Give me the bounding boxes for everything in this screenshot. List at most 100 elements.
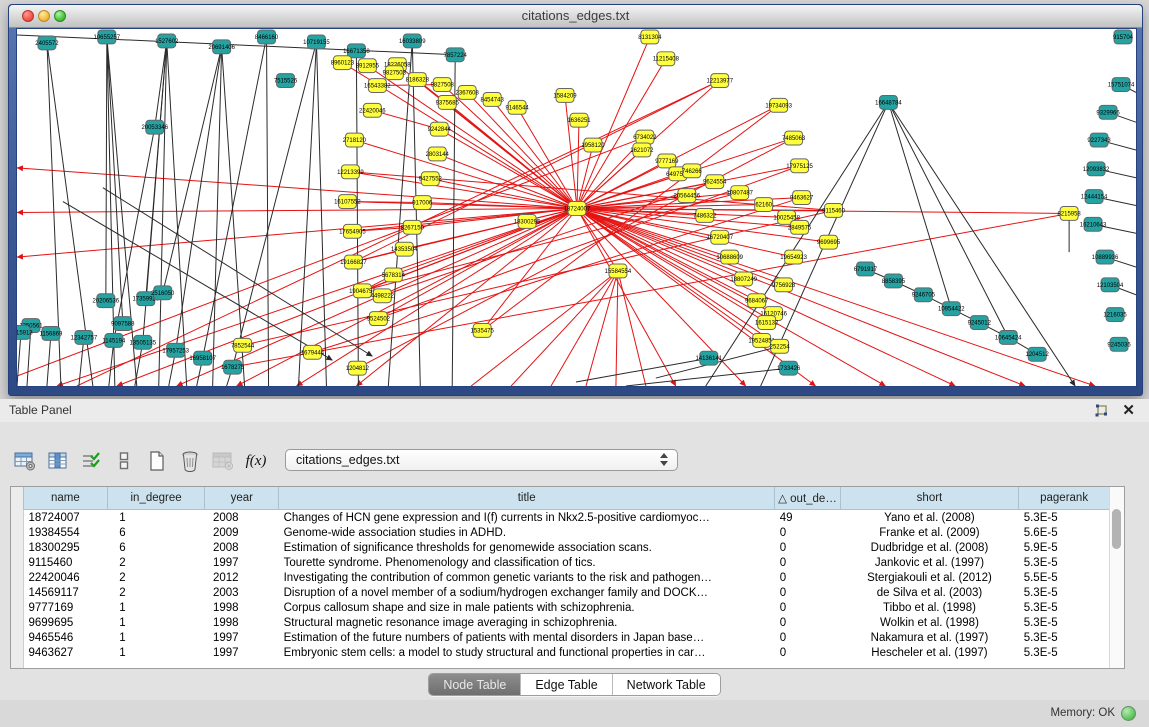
table-cell[interactable]: 5.9E-5 xyxy=(1019,540,1110,555)
table-cell[interactable]: 2012 xyxy=(205,570,279,585)
table-cell[interactable]: 9777169 xyxy=(24,600,108,615)
table-cell[interactable]: 49 xyxy=(775,510,841,526)
table-cell[interactable]: 22420046 xyxy=(24,570,108,585)
table-cell[interactable]: 19384554 xyxy=(24,525,108,540)
table-cell[interactable]: 5.3E-5 xyxy=(1019,510,1110,526)
table-cell[interactable]: 14569117 xyxy=(24,585,108,600)
table-cell[interactable]: 1 xyxy=(107,645,205,660)
table-cell[interactable]: Corpus callosum shape and size in male p… xyxy=(279,600,775,615)
table-cell[interactable]: 2009 xyxy=(205,525,279,540)
scrollbar-thumb[interactable] xyxy=(1112,509,1121,549)
table-row[interactable]: 969969511998Structural magnetic resonanc… xyxy=(24,615,1110,630)
table-cell[interactable]: 1 xyxy=(107,630,205,645)
function-builder-icon[interactable]: f(x) xyxy=(245,450,267,472)
column-header[interactable]: pagerank xyxy=(1019,487,1110,510)
table-cell[interactable]: Genome-wide association studies in ADHD. xyxy=(279,525,775,540)
table-mode-icon[interactable] xyxy=(14,450,36,472)
column-header[interactable]: in_degree xyxy=(107,487,205,510)
table-cell[interactable]: Dudbridge et al. (2008) xyxy=(840,540,1018,555)
table-row[interactable]: 946362711997Embryonic stem cells: a mode… xyxy=(24,645,1110,660)
table-cell[interactable]: 0 xyxy=(775,585,841,600)
table-cell[interactable]: 5.5E-5 xyxy=(1019,570,1110,585)
table-cell[interactable]: 9463627 xyxy=(24,645,108,660)
table-cell[interactable]: Structural magnetic resonance image aver… xyxy=(279,615,775,630)
table-cell[interactable]: Nakamura et al. (1997) xyxy=(840,630,1018,645)
network-window-titlebar[interactable]: citations_edges.txt xyxy=(9,5,1142,28)
table-cell[interactable]: 1 xyxy=(107,615,205,630)
table-cell[interactable]: Tibbo et al. (1998) xyxy=(840,600,1018,615)
table-cell[interactable]: 0 xyxy=(775,600,841,615)
table-cell[interactable]: Changes of HCN gene expression and I(f) … xyxy=(279,510,775,526)
table-selector-dropdown[interactable]: citations_edges.txt xyxy=(285,449,678,471)
tab-node-table[interactable]: Node Table xyxy=(429,674,521,695)
table-cell[interactable]: Tourette syndrome. Phenomenology and cla… xyxy=(279,555,775,570)
table-row[interactable]: 1872400712008Changes of HCN gene express… xyxy=(24,510,1110,526)
table-cell[interactable]: Yano et al. (2008) xyxy=(840,510,1018,526)
table-cell[interactable]: 2003 xyxy=(205,585,279,600)
table-cell[interactable]: 1 xyxy=(107,600,205,615)
table-cell[interactable]: Investigating the contribution of common… xyxy=(279,570,775,585)
network-canvas[interactable]: 2405572106552571527602206914068466160107… xyxy=(16,28,1137,387)
table-cell[interactable]: 0 xyxy=(775,555,841,570)
table-cell[interactable]: 0 xyxy=(775,615,841,630)
table-row[interactable]: 1456911722003Disruption of a novel membe… xyxy=(24,585,1110,600)
table-cell[interactable]: 1 xyxy=(107,510,205,526)
table-cell[interactable]: 5.3E-5 xyxy=(1019,600,1110,615)
table-cell[interactable]: Hescheler et al. (1997) xyxy=(840,645,1018,660)
table-cell[interactable]: 18724007 xyxy=(24,510,108,526)
table-cell[interactable]: Embryonic stem cells: a model to study s… xyxy=(279,645,775,660)
new-column-icon[interactable] xyxy=(146,450,168,472)
table-row[interactable]: 946554611997Estimation of the future num… xyxy=(24,630,1110,645)
table-cell[interactable]: 0 xyxy=(775,525,841,540)
table-cell[interactable]: 9699695 xyxy=(24,615,108,630)
column-header[interactable]: name xyxy=(24,487,108,510)
table-cell[interactable]: 1997 xyxy=(205,645,279,660)
close-panel-icon[interactable]: ✕ xyxy=(1122,401,1135,419)
table-cell[interactable]: 6 xyxy=(107,525,205,540)
table-cell[interactable]: 2008 xyxy=(205,540,279,555)
table-cell[interactable]: 2 xyxy=(107,555,205,570)
column-header[interactable]: △ out_de… xyxy=(775,487,841,510)
tab-edge-table[interactable]: Edge Table xyxy=(521,674,612,695)
show-columns-icon[interactable] xyxy=(47,450,69,472)
table-cell[interactable]: 5.3E-5 xyxy=(1019,615,1110,630)
table-cell[interactable]: 0 xyxy=(775,630,841,645)
table-cell[interactable]: 5.3E-5 xyxy=(1019,630,1110,645)
table-cell[interactable]: 18300295 xyxy=(24,540,108,555)
table-vertical-scrollbar[interactable] xyxy=(1109,487,1124,668)
select-rows-icon[interactable] xyxy=(80,450,102,472)
table-cell[interactable]: 2008 xyxy=(205,510,279,526)
table-cell[interactable]: de Silva et al. (2003) xyxy=(840,585,1018,600)
table-row[interactable]: 911546021997Tourette syndrome. Phenomeno… xyxy=(24,555,1110,570)
table-cell[interactable]: 1998 xyxy=(205,600,279,615)
table-cell[interactable]: Wolkin et al. (1998) xyxy=(840,615,1018,630)
table-cell[interactable]: 5.3E-5 xyxy=(1019,585,1110,600)
table-cell[interactable]: Jankovic et al. (1997) xyxy=(840,555,1018,570)
table-cell[interactable]: 0 xyxy=(775,645,841,660)
table-cell[interactable]: 0 xyxy=(775,540,841,555)
table-cell[interactable]: 0 xyxy=(775,570,841,585)
table-cell[interactable]: 1997 xyxy=(205,555,279,570)
table-cell[interactable]: 9115460 xyxy=(24,555,108,570)
table-cell[interactable]: 5.3E-5 xyxy=(1019,555,1110,570)
table-cell[interactable]: Disruption of a novel member of a sodium… xyxy=(279,585,775,600)
column-header[interactable]: year xyxy=(205,487,279,510)
table-cell[interactable]: 5.3E-5 xyxy=(1019,645,1110,660)
row-height-icon[interactable] xyxy=(113,450,135,472)
tab-network-table[interactable]: Network Table xyxy=(613,674,720,695)
table-cell[interactable]: 2 xyxy=(107,570,205,585)
table-cell[interactable]: 1998 xyxy=(205,615,279,630)
table-row[interactable]: 977716911998Corpus callosum shape and si… xyxy=(24,600,1110,615)
table-cell[interactable]: 5.6E-5 xyxy=(1019,525,1110,540)
table-cell[interactable]: 2 xyxy=(107,585,205,600)
table-cell[interactable]: Stergiakouli et al. (2012) xyxy=(840,570,1018,585)
table-header-row[interactable]: namein_degreeyeartitle△ out_de…shortpage… xyxy=(24,487,1110,510)
float-panel-icon[interactable] xyxy=(1093,403,1109,419)
table-row[interactable]: 1830029562008Estimation of significance … xyxy=(24,540,1110,555)
table-cell[interactable]: Estimation of significance thresholds fo… xyxy=(279,540,775,555)
column-header[interactable]: short xyxy=(840,487,1018,510)
table-row[interactable]: 2242004622012Investigating the contribut… xyxy=(24,570,1110,585)
column-header[interactable]: title xyxy=(279,487,775,510)
table-cell[interactable]: Franke et al. (2009) xyxy=(840,525,1018,540)
table-cell[interactable]: 6 xyxy=(107,540,205,555)
